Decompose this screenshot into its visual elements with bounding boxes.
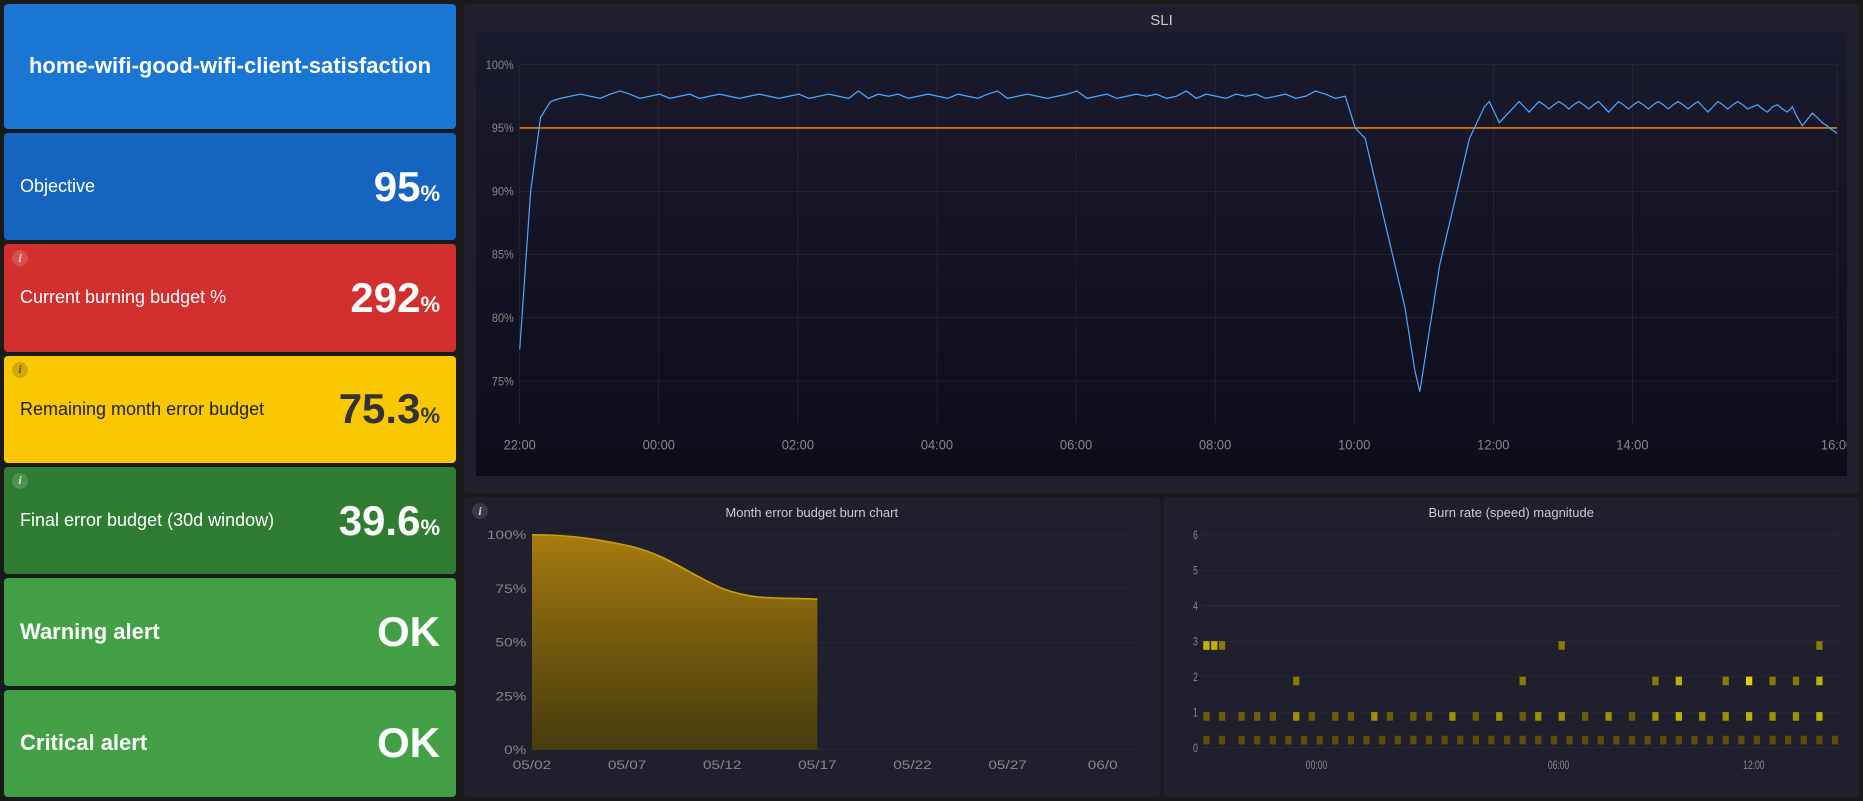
svg-text:85%: 85%	[492, 249, 514, 261]
left-panel: home-wifi-good-wifi-client-satisfaction …	[0, 0, 460, 801]
svg-text:12:00: 12:00	[1477, 437, 1509, 452]
warning-alert-value: OK	[377, 608, 440, 656]
final-budget-card: i Final error budget (30d window) 39.6%	[4, 467, 456, 574]
sli-chart-title: SLI	[476, 12, 1847, 29]
right-panel: SLI 100% 95% 90% 85% 80% 75%	[460, 0, 1863, 801]
title-text: home-wifi-good-wifi-client-satisfaction	[29, 53, 431, 79]
svg-text:5: 5	[1193, 565, 1198, 578]
svg-text:50%: 50%	[496, 636, 527, 649]
burn-chart-container: i Month error budget burn chart 100% 75%…	[464, 497, 1160, 797]
info-badge-burn: i	[472, 503, 488, 519]
critical-alert-value: OK	[377, 719, 440, 767]
svg-text:75%: 75%	[496, 582, 527, 595]
objective-value: 95%	[374, 163, 440, 211]
svg-text:00:00: 00:00	[1305, 760, 1327, 773]
burning-budget-value: 292%	[350, 274, 440, 322]
svg-text:80%: 80%	[492, 313, 514, 325]
svg-text:06:00: 06:00	[1547, 760, 1569, 773]
svg-text:0: 0	[1193, 743, 1198, 756]
burn-rate-chart-title: Burn rate (speed) magnitude	[1176, 505, 1848, 520]
svg-text:05/12: 05/12	[703, 759, 742, 772]
info-icon-burning: i	[12, 250, 28, 266]
burn-chart-title: Month error budget burn chart	[476, 505, 1148, 520]
remaining-budget-label: Remaining month error budget	[20, 399, 264, 420]
info-icon-final: i	[12, 473, 28, 489]
svg-text:2: 2	[1193, 672, 1198, 685]
warning-alert-card: Warning alert OK	[4, 578, 456, 685]
burning-budget-card: i Current burning budget % 292%	[4, 244, 456, 351]
svg-text:0%: 0%	[504, 744, 526, 757]
final-budget-value: 39.6%	[339, 497, 440, 545]
title-card: home-wifi-good-wifi-client-satisfaction	[4, 4, 456, 129]
svg-text:1: 1	[1193, 707, 1198, 720]
svg-text:90%: 90%	[492, 186, 514, 198]
svg-text:05/02: 05/02	[513, 759, 552, 772]
svg-text:05/17: 05/17	[798, 759, 837, 772]
svg-text:22:00: 22:00	[504, 437, 536, 452]
svg-text:08:00: 08:00	[1199, 437, 1231, 452]
svg-text:25%: 25%	[496, 690, 527, 703]
remaining-budget-card: i Remaining month error budget 75.3%	[4, 356, 456, 463]
burn-rate-chart-svg: 6 5 4 3 2 1 0 00:00 06:00 12:00	[1176, 524, 1848, 782]
critical-alert-card: Critical alert OK	[4, 690, 456, 797]
bottom-charts-row: i Month error budget burn chart 100% 75%…	[464, 497, 1859, 797]
svg-text:10:00: 10:00	[1338, 437, 1370, 452]
svg-text:3: 3	[1193, 636, 1198, 649]
svg-text:14:00: 14:00	[1616, 437, 1648, 452]
svg-text:100%: 100%	[487, 529, 526, 542]
warning-alert-label: Warning alert	[20, 619, 160, 645]
critical-alert-label: Critical alert	[20, 730, 147, 756]
sli-chart-svg: 100% 95% 90% 85% 80% 75% 22:00 00:00 02:…	[476, 33, 1847, 476]
burning-budget-label: Current burning budget %	[20, 287, 226, 308]
objective-card: Objective 95%	[4, 133, 456, 240]
objective-label: Objective	[20, 176, 95, 197]
svg-text:00:00: 00:00	[643, 437, 675, 452]
svg-text:06:00: 06:00	[1060, 437, 1092, 452]
svg-text:04:00: 04:00	[921, 437, 953, 452]
svg-text:16:00: 16:00	[1821, 437, 1847, 452]
svg-text:4: 4	[1193, 601, 1198, 614]
svg-text:75%: 75%	[492, 376, 514, 388]
svg-text:05/27: 05/27	[988, 759, 1027, 772]
svg-text:02:00: 02:00	[782, 437, 814, 452]
sli-chart-container: SLI 100% 95% 90% 85% 80% 75%	[464, 4, 1859, 493]
svg-text:05/22: 05/22	[893, 759, 932, 772]
remaining-budget-value: 75.3%	[339, 385, 440, 433]
svg-text:100%: 100%	[486, 60, 514, 72]
burn-rate-chart-container: Burn rate (speed) magnitude 6 5 4 3 2 1 …	[1164, 497, 1860, 797]
svg-text:05/07: 05/07	[608, 759, 647, 772]
svg-text:6: 6	[1193, 530, 1198, 543]
svg-text:06/0: 06/0	[1088, 759, 1118, 772]
svg-text:12:00: 12:00	[1743, 760, 1765, 773]
final-budget-label: Final error budget (30d window)	[20, 510, 274, 531]
svg-text:95%: 95%	[492, 123, 514, 135]
burn-chart-svg: 100% 75% 50% 25% 0% 05/02 05/07 05/12 05…	[476, 524, 1148, 782]
info-icon-remaining: i	[12, 362, 28, 378]
